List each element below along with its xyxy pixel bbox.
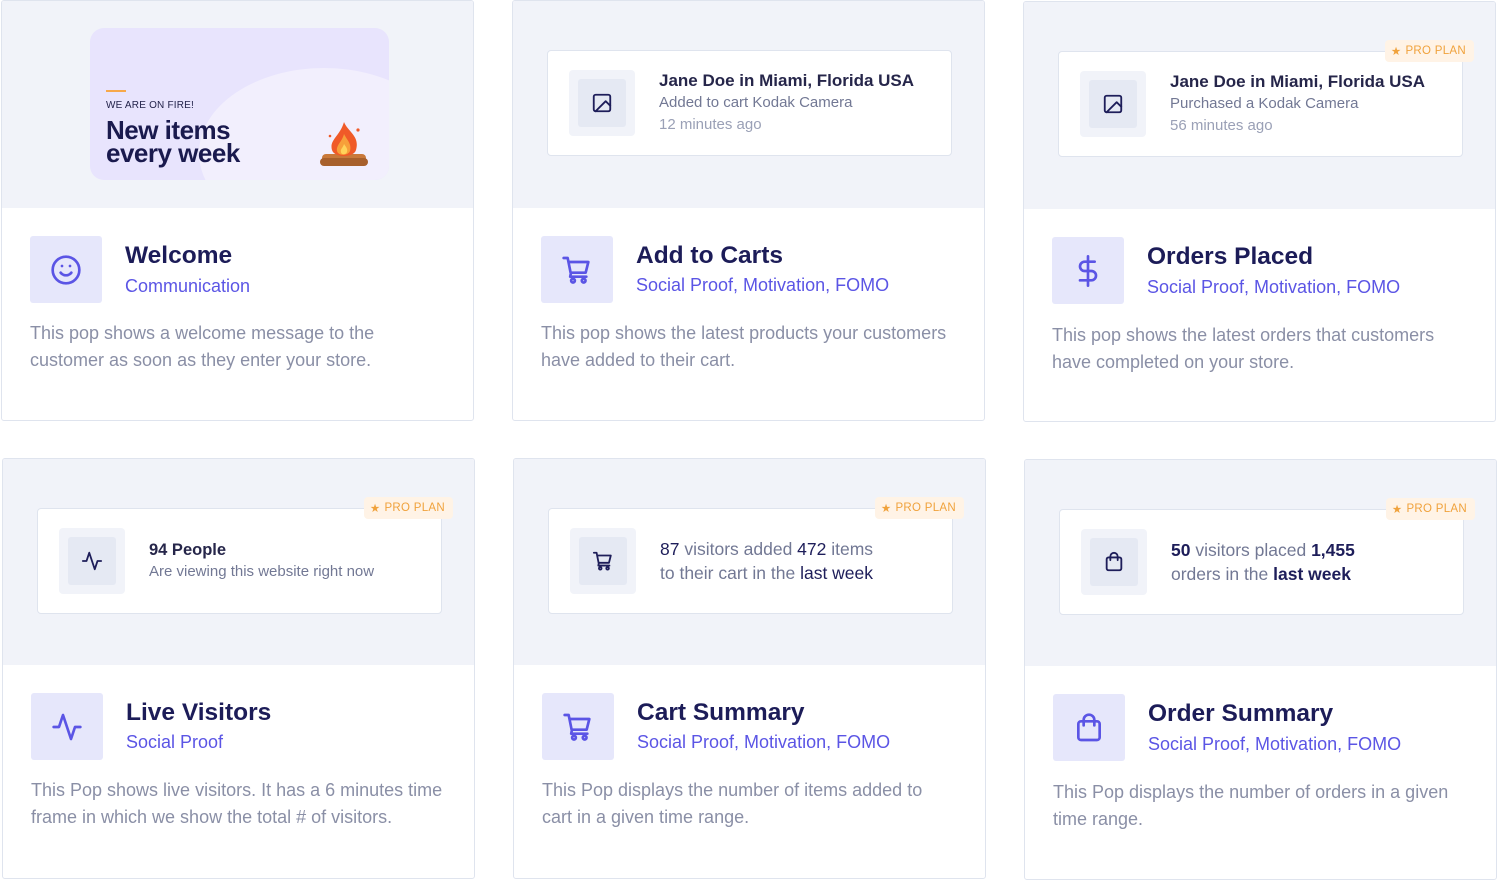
- notification-preview: Jane Doe in Miami, Florida USA Added to …: [547, 50, 952, 156]
- card-icon-box: [1052, 237, 1124, 304]
- card-description: This Pop displays the number of items ad…: [542, 780, 923, 827]
- notification-thumb: [570, 528, 636, 594]
- card-description: This pop shows the latest products your …: [541, 323, 947, 370]
- popup-card-order-summary[interactable]: ★ PRO PLAN 50 visitors placed 1,455 orde…: [1024, 459, 1497, 880]
- card-title: Order Summary: [1148, 700, 1334, 727]
- card-title: Welcome: [125, 242, 233, 269]
- shopping-bag-icon: [1077, 712, 1101, 741]
- notification-preview: ★ PRO PLAN 87 visitors added 472 items t…: [548, 497, 964, 614]
- card-icon-box: [1053, 694, 1125, 761]
- notification-line-1: 87 visitors added 472 items: [660, 539, 874, 559]
- card-description: This pop shows the latest orders that cu…: [1052, 325, 1435, 372]
- preview-area: ★ PRO PLAN 50 visitors placed 1,455 orde…: [1025, 460, 1496, 666]
- notification-thumb: [59, 528, 125, 594]
- cart-icon: [563, 713, 591, 741]
- popup-card-live-visitors[interactable]: ★ PRO PLAN 94 People Are viewing this we…: [2, 458, 475, 879]
- card-icon-box: [30, 236, 102, 303]
- card-title: Cart Summary: [637, 699, 805, 726]
- activity-icon: [81, 551, 103, 571]
- notification-action: Purchased a Kodak Camera: [1170, 95, 1359, 112]
- card-title: Orders Placed: [1147, 243, 1314, 270]
- notification-thumb: [569, 70, 635, 136]
- activity-icon: [52, 713, 82, 740]
- popup-card-add-to-carts[interactable]: Jane Doe in Miami, Florida USA Added to …: [512, 0, 985, 421]
- notification-text: Are viewing this website right now: [149, 563, 375, 580]
- card-title: Live Visitors: [126, 699, 272, 726]
- banner-small-text: WE ARE ON FIRE!: [106, 100, 195, 111]
- notification-action: Added to cart Kodak Camera: [659, 94, 853, 111]
- card-description: This Pop displays the number of orders i…: [1053, 782, 1449, 829]
- notification-time: 56 minutes ago: [1170, 117, 1273, 134]
- notification-line-2: orders in the last week: [1171, 564, 1351, 584]
- card-tags: Social Proof: [126, 732, 224, 752]
- popup-card-welcome[interactable]: WE ARE ON FIRE! New items every week Wel…: [1, 0, 474, 421]
- popup-card-orders-placed[interactable]: ★ PRO PLAN Jane Doe in Miami, Florida US…: [1023, 1, 1496, 422]
- cart-icon: [592, 551, 612, 571]
- cart-icon: [562, 256, 590, 284]
- card-icon-box: [541, 236, 613, 303]
- preview-area: ★ PRO PLAN 94 People Are viewing this we…: [3, 459, 474, 665]
- notification-line-2: to their cart in the last week: [660, 563, 874, 583]
- card-tags: Social Proof, Motivation, FOMO: [636, 275, 890, 295]
- shopping-bag-icon: [1105, 551, 1123, 572]
- notification-count: 94 People: [149, 541, 227, 559]
- card-description: This pop shows a welcome message to the …: [30, 323, 375, 370]
- card-title: Add to Carts: [636, 242, 783, 269]
- notification-preview: ★ PRO PLAN 50 visitors placed 1,455 orde…: [1059, 498, 1475, 615]
- image-icon: [1103, 94, 1123, 114]
- fire-icon: [320, 122, 368, 166]
- preview-area: ★ PRO PLAN Jane Doe in Miami, Florida US…: [1024, 2, 1495, 209]
- card-tags: Social Proof, Motivation, FOMO: [1148, 734, 1402, 754]
- banner-headline: New items every week: [106, 115, 240, 168]
- notification-line-1: 50 visitors placed 1,455: [1171, 540, 1355, 560]
- image-icon: [592, 93, 612, 113]
- preview-area: Jane Doe in Miami, Florida USA Added to …: [513, 1, 984, 208]
- notification-thumb: [1080, 71, 1146, 137]
- popup-card-cart-summary[interactable]: ★ PRO PLAN 87 visitors added 472 items t…: [513, 458, 986, 879]
- notification-name: Jane Doe in Miami, Florida USA: [659, 71, 915, 90]
- smile-icon: [51, 254, 81, 285]
- card-tags: Communication: [125, 276, 251, 296]
- notification-preview: ★ PRO PLAN Jane Doe in Miami, Florida US…: [1058, 40, 1474, 157]
- dollar-icon: [1078, 254, 1098, 287]
- card-icon-box: [31, 693, 103, 760]
- notification-name: Jane Doe in Miami, Florida USA: [1170, 72, 1426, 91]
- card-description: This Pop shows live visitors. It has a 6…: [31, 780, 443, 827]
- notification-thumb: [1081, 529, 1147, 595]
- card-tags: Social Proof, Motivation, FOMO: [1147, 277, 1401, 297]
- preview-area: ★ PRO PLAN 87 visitors added 472 items t…: [514, 459, 985, 665]
- notification-preview: ★ PRO PLAN 94 People Are viewing this we…: [37, 497, 453, 614]
- notification-time: 12 minutes ago: [659, 116, 762, 133]
- welcome-banner: WE ARE ON FIRE! New items every week: [90, 28, 389, 180]
- card-icon-box: [542, 693, 614, 760]
- preview-area: WE ARE ON FIRE! New items every week: [2, 1, 473, 208]
- card-tags: Social Proof, Motivation, FOMO: [637, 732, 891, 752]
